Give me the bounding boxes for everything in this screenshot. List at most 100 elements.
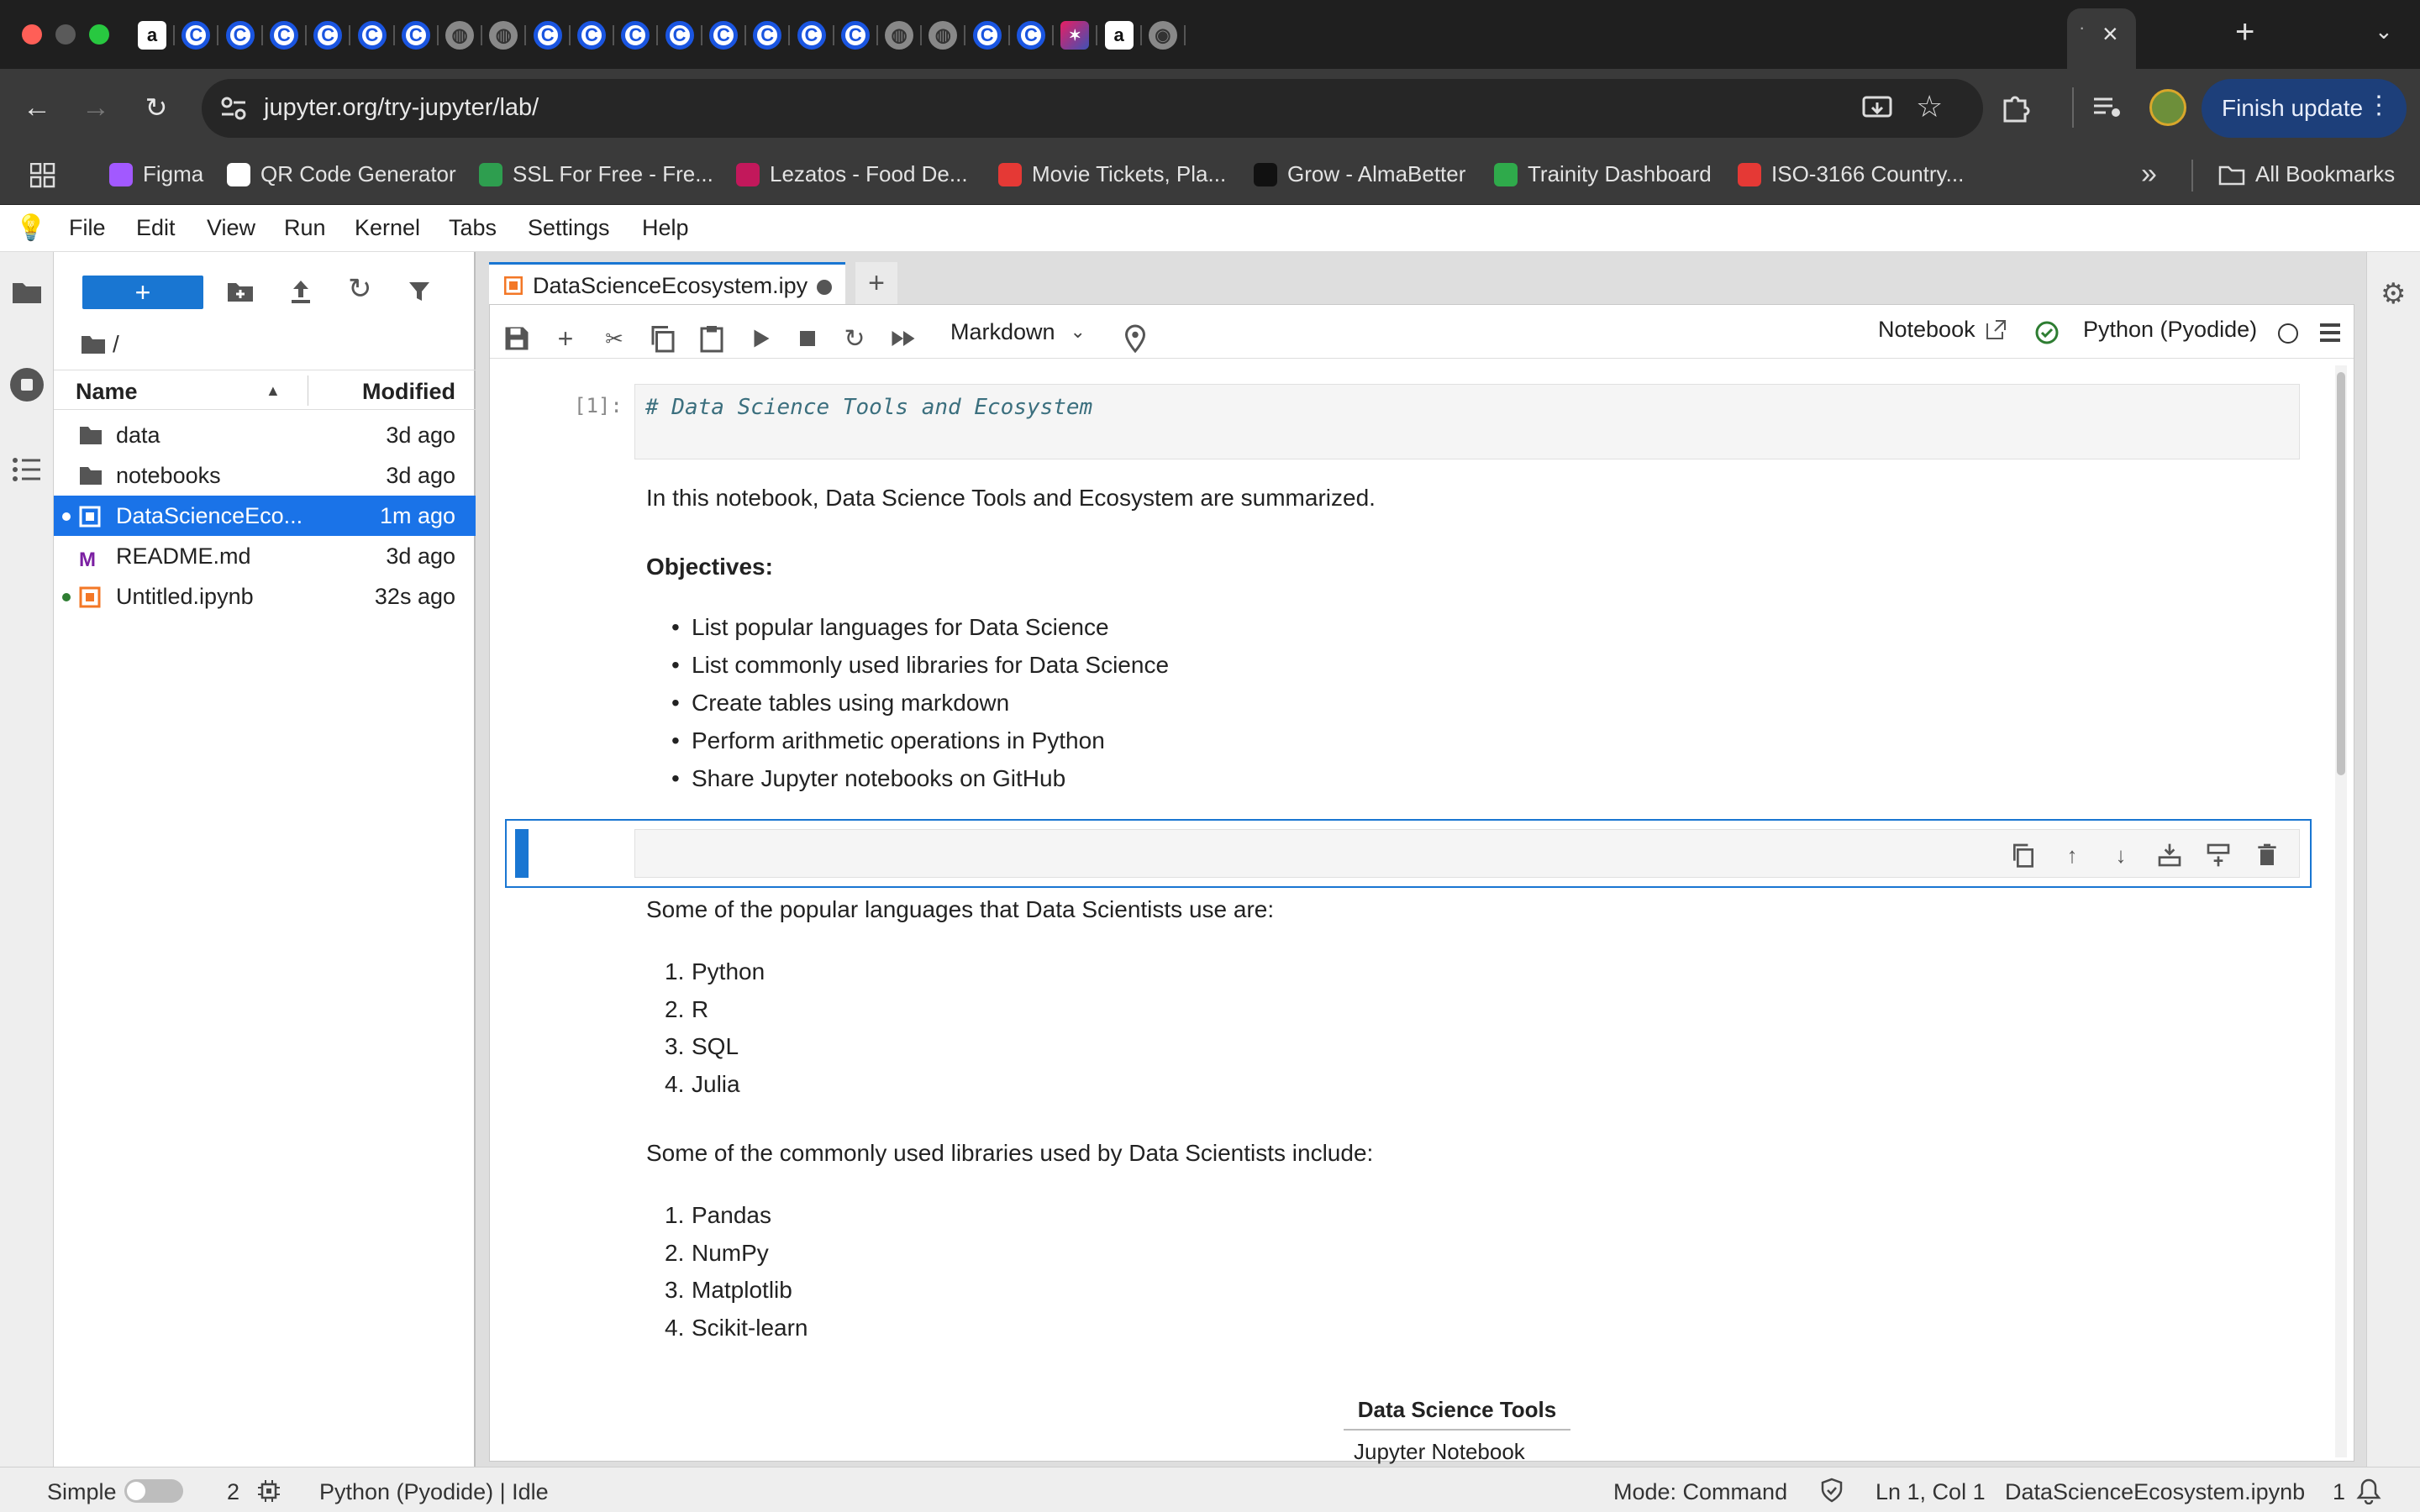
kernel-status[interactable]: Python (Pyodide) | Idle: [319, 1479, 549, 1505]
sort-ascending-icon[interactable]: ▲: [266, 382, 281, 400]
menu-tabs[interactable]: Tabs: [449, 215, 497, 241]
browser-tab[interactable]: C: [614, 10, 659, 60]
finish-update-button[interactable]: Finish update ⋮: [2202, 79, 2407, 138]
unsaved-changes-dot-icon[interactable]: [817, 280, 832, 295]
bookmark-item[interactable]: Movie Tickets, Pla...: [998, 161, 1226, 187]
filter-icon[interactable]: [408, 281, 430, 302]
active-cell[interactable]: ↑ ↓: [505, 819, 2312, 888]
empty-cell-editor[interactable]: ↑ ↓: [634, 829, 2300, 878]
browser-tab[interactable]: C: [219, 10, 263, 60]
bookmark-star-icon[interactable]: ☆: [1916, 89, 1943, 124]
file-browser-folder-icon[interactable]: [12, 281, 42, 304]
table-of-contents-icon[interactable]: [12, 457, 42, 482]
kebab-menu-icon[interactable]: ⋮: [2366, 91, 2391, 120]
notebook-tab[interactable]: DataScienceEcosystem.ipy: [489, 262, 845, 304]
column-name-header[interactable]: Name: [76, 379, 138, 405]
file-list-row[interactable]: DataScienceEco... 1m ago: [54, 496, 476, 536]
kernel-chip-icon[interactable]: [257, 1479, 281, 1503]
shield-check-icon[interactable]: [1820, 1478, 1844, 1503]
browser-tab[interactable]: C: [834, 10, 878, 60]
browser-tab[interactable]: ◍: [922, 10, 966, 60]
browser-tab[interactable]: C: [746, 10, 791, 60]
bookmark-item[interactable]: Grow - AlmaBetter: [1254, 161, 1465, 187]
menu-file[interactable]: File: [69, 215, 106, 241]
paste-icon[interactable]: [697, 323, 727, 354]
insert-cell-above-icon[interactable]: [2156, 842, 2183, 869]
bookmark-item[interactable]: SSL For Free - Fre...: [479, 161, 713, 187]
bookmark-item[interactable]: ISO-3166 Country...: [1738, 161, 1964, 187]
running-kernels-icon[interactable]: [10, 368, 44, 402]
browser-tab[interactable]: C: [791, 10, 834, 60]
bookmark-item[interactable]: QR Code Generator: [227, 161, 456, 187]
browser-tab[interactable]: C: [571, 10, 614, 60]
profile-avatar[interactable]: [2149, 89, 2186, 126]
interrupt-kernel-icon[interactable]: [792, 323, 823, 354]
run-cell-icon[interactable]: [745, 323, 776, 354]
browser-tab[interactable]: C: [175, 10, 219, 60]
install-app-icon[interactable]: [1862, 96, 1892, 123]
browser-tab[interactable]: C: [702, 10, 746, 60]
duplicate-cell-icon[interactable]: [2010, 842, 2037, 869]
insert-cell-below-icon[interactable]: [2205, 842, 2232, 869]
more-bookmarks-icon[interactable]: »: [2141, 158, 2157, 191]
restart-run-all-icon[interactable]: [888, 323, 918, 354]
reload-icon[interactable]: ↻: [138, 89, 175, 126]
file-list-row[interactable]: Untitled.ipynb 32s ago: [54, 576, 476, 617]
apps-grid-icon[interactable]: [30, 163, 55, 188]
media-control-icon[interactable]: [2092, 94, 2123, 121]
new-folder-icon[interactable]: [227, 281, 254, 302]
bookmark-item[interactable]: Trainity Dashboard: [1494, 161, 1712, 187]
kernel-name-button[interactable]: Python (Pyodide): [2083, 317, 2257, 343]
browser-tab[interactable]: ◍: [878, 10, 923, 60]
hamburger-menu-icon[interactable]: [2318, 322, 2342, 344]
notebook-scrollbar[interactable]: [2335, 365, 2347, 1457]
browser-tab[interactable]: ◉: [1142, 10, 1186, 60]
browser-tab[interactable]: ◍: [482, 10, 527, 60]
forward-arrow-icon[interactable]: →: [77, 89, 114, 126]
breadcrumb-folder-icon[interactable]: [81, 334, 106, 354]
browser-tab[interactable]: a: [131, 10, 175, 60]
tab-close-icon[interactable]: ×: [2102, 18, 2118, 50]
property-inspector-gears-icon[interactable]: ⚙: [2381, 277, 2406, 311]
insert-cell-icon[interactable]: +: [550, 323, 581, 354]
add-tab-button[interactable]: +: [855, 262, 897, 304]
browser-tab[interactable]: ✶: [1054, 10, 1098, 60]
menu-settings[interactable]: Settings: [528, 215, 610, 241]
refresh-icon[interactable]: ↻: [348, 272, 372, 306]
all-bookmarks-button[interactable]: All Bookmarks: [2218, 161, 2395, 187]
terminal-count[interactable]: 2: [227, 1479, 239, 1505]
markdown-source-editor[interactable]: # Data Science Tools and Ecosystem: [634, 384, 2300, 459]
site-settings-icon[interactable]: [220, 96, 247, 121]
browser-tab[interactable]: a: [1098, 10, 1142, 60]
active-cell-collapser[interactable]: [515, 829, 529, 878]
browser-tab[interactable]: C: [1010, 10, 1054, 60]
file-list-row[interactable]: notebooks 3d ago: [54, 455, 476, 496]
new-tab-button[interactable]: +: [2235, 13, 2254, 51]
browser-tab[interactable]: C: [351, 10, 395, 60]
move-cell-down-icon[interactable]: ↓: [2107, 842, 2134, 869]
menu-edit[interactable]: Edit: [136, 215, 176, 241]
open-in-notebook-link[interactable]: Notebook: [1878, 317, 2007, 343]
delete-cell-icon[interactable]: [2254, 842, 2281, 869]
browser-tab[interactable]: C: [263, 10, 307, 60]
restart-kernel-icon[interactable]: ↻: [839, 323, 870, 354]
browser-tab[interactable]: C: [966, 10, 1010, 60]
copy-icon[interactable]: [648, 323, 678, 354]
window-minimize-button[interactable]: [55, 24, 76, 45]
browser-tab[interactable]: C: [307, 10, 351, 60]
file-list-row[interactable]: data 3d ago: [54, 415, 476, 455]
upload-icon[interactable]: [289, 279, 313, 304]
cell-type-dropdown[interactable]: Markdown ⌄: [950, 317, 1086, 347]
cut-icon[interactable]: ✂: [599, 323, 629, 354]
menu-kernel[interactable]: Kernel: [355, 215, 420, 241]
property-inspector-icon[interactable]: [1120, 323, 1150, 354]
bookmark-item[interactable]: Lezatos - Food De...: [736, 161, 968, 187]
menu-help[interactable]: Help: [642, 215, 689, 241]
simple-mode-toggle[interactable]: [124, 1479, 183, 1503]
browser-active-tab[interactable]: · ×: [2067, 8, 2136, 69]
back-arrow-icon[interactable]: ←: [18, 89, 55, 126]
bookmark-item[interactable]: Figma: [109, 161, 203, 187]
window-close-button[interactable]: [22, 24, 42, 45]
address-bar[interactable]: jupyter.org/try-jupyter/lab/ ☆: [202, 79, 1983, 138]
browser-tab[interactable]: ◍: [439, 10, 483, 60]
